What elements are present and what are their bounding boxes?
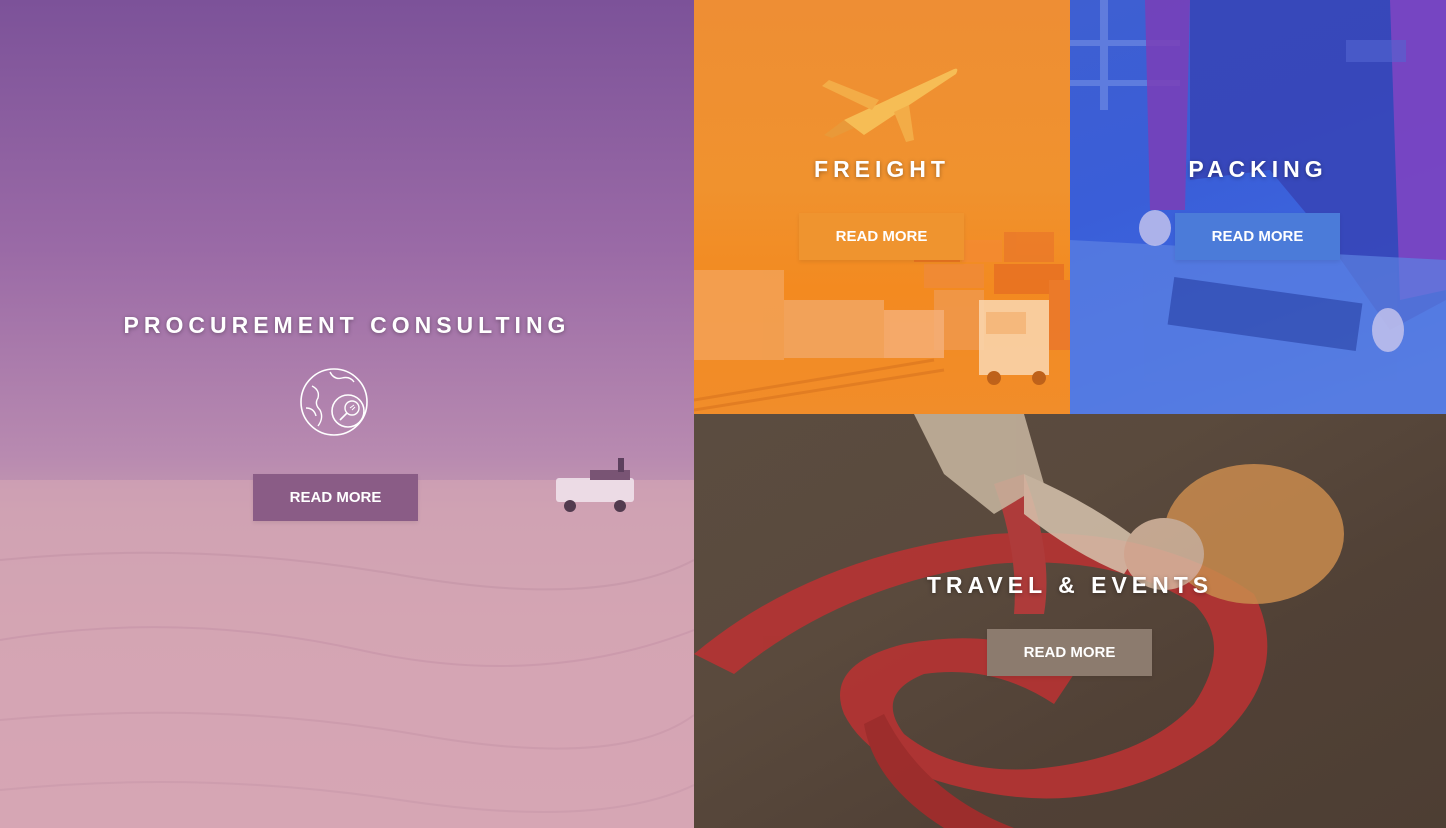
aerial-performer-background [694,414,1344,828]
panel-title: TRAVEL & EVENTS [926,572,1214,598]
panel-travel-events[interactable]: TRAVEL & EVENTS READ MORE [694,414,1446,828]
read-more-button[interactable]: READ MORE [799,213,964,260]
airplane-silhouette [822,68,958,142]
read-more-button[interactable]: READ MORE [987,629,1152,676]
read-more-button[interactable]: READ MORE [1175,213,1340,260]
truck-silhouette [979,300,1049,385]
panel-title: PROCUREMENT CONSULTING [123,312,571,338]
panel-title: FREIGHT [814,156,950,182]
globe-magnifier-icon [300,368,370,443]
read-more-button[interactable]: READ MORE [253,474,418,521]
panel-procurement-consulting[interactable]: PROCUREMENT CONSULTING READ MORE [0,0,694,828]
freight-scene-background [694,68,1070,412]
panel-title: PACKING [1188,156,1328,182]
panel-packing[interactable]: PACKING READ MORE [1070,0,1446,414]
panel-freight[interactable]: FREIGHT READ MORE [694,0,1070,414]
services-grid: PROCUREMENT CONSULTING READ MORE FREIGHT… [0,0,1446,828]
train-silhouette [694,270,944,360]
packing-scene-background [1070,0,1446,414]
